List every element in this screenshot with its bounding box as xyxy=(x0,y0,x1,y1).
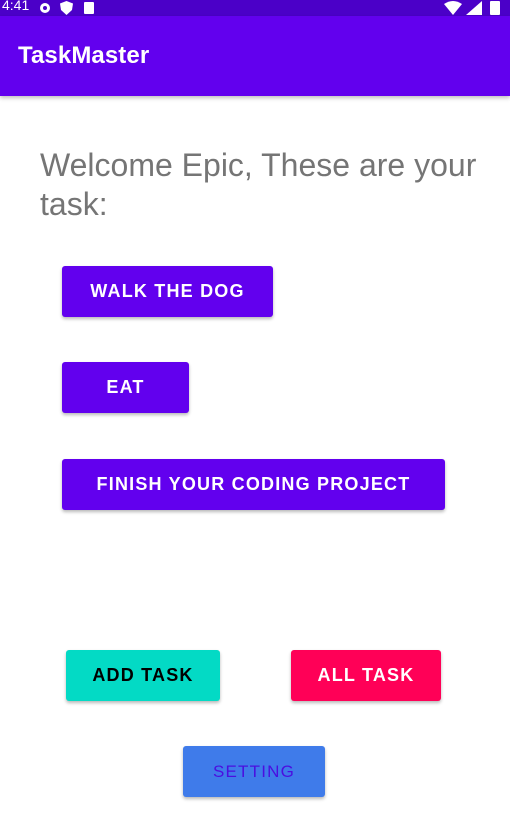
app-bar: TaskMaster xyxy=(0,16,510,96)
screen: 4:41 TaskMaster Welcome Epic, These are … xyxy=(0,0,510,828)
add-task-button[interactable]: ADD TASK xyxy=(66,650,220,701)
sd-card-icon xyxy=(84,2,94,14)
setting-button[interactable]: SETTING xyxy=(183,746,325,797)
status-bar: 4:41 xyxy=(0,0,510,16)
signal-icon xyxy=(466,1,482,15)
all-task-button[interactable]: ALL TASK xyxy=(291,650,441,701)
task-button-finish-coding-project[interactable]: FINISH YOUR CODING PROJECT xyxy=(62,459,445,510)
app-title: TaskMaster xyxy=(18,42,150,69)
battery-icon xyxy=(490,1,500,15)
gear-icon xyxy=(40,3,50,13)
task-button-eat[interactable]: EAT xyxy=(62,362,189,413)
welcome-text: Welcome Epic, These are your task: xyxy=(40,147,477,222)
task-button-walk-the-dog[interactable]: WALK THE DOG xyxy=(62,266,273,317)
wifi-icon xyxy=(444,1,462,15)
status-time: 4:41 xyxy=(2,0,30,13)
shield-icon xyxy=(60,1,73,15)
